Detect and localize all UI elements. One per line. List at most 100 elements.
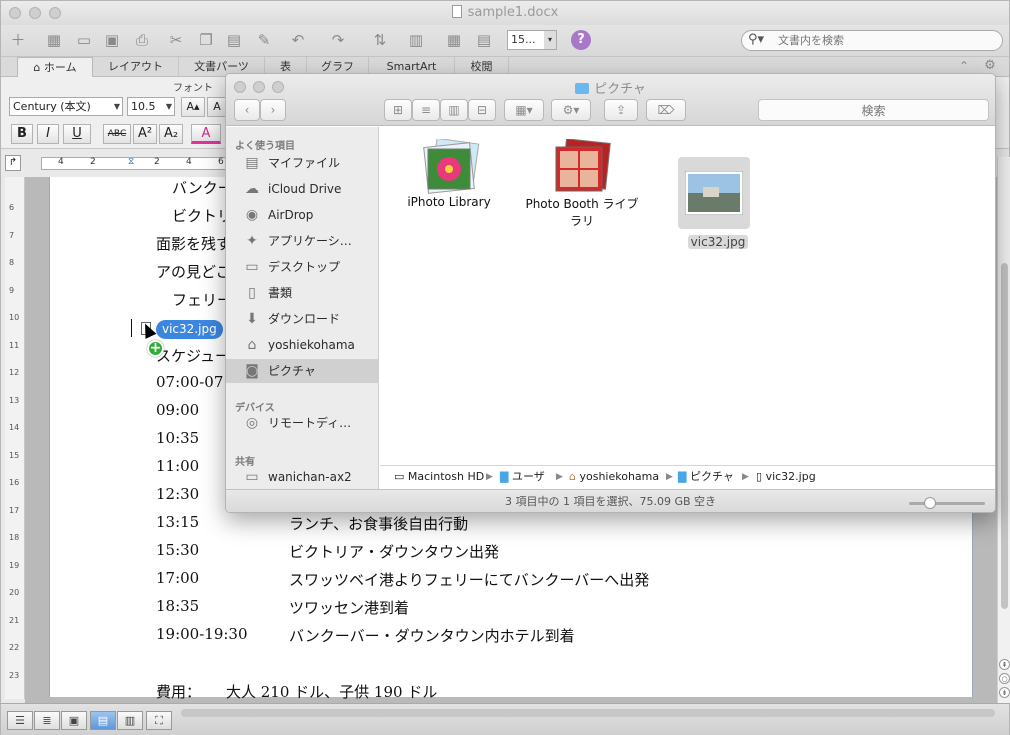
notebook-view-icon[interactable]: ▥ — [117, 711, 143, 730]
document-search-input[interactable] — [778, 33, 988, 48]
ruler-number: 10 — [9, 313, 20, 322]
bold-button[interactable]: B — [11, 124, 33, 144]
action-gear-button[interactable]: ⚙▾ — [551, 99, 591, 121]
icloud-icon: ☁ — [245, 181, 259, 197]
item-vic32-jpg[interactable]: vic32.jpg — [678, 157, 758, 257]
path-macintosh-hd[interactable]: ▭ Macintosh HD — [394, 466, 484, 488]
tab-layout[interactable]: レイアウト — [93, 57, 179, 77]
path-home[interactable]: ⌂ yoshiekohama — [569, 466, 659, 488]
underline-button[interactable]: U — [63, 124, 91, 144]
browse-object-icon[interactable]: ○ — [999, 673, 1010, 684]
paste-icon[interactable]: ▤ — [223, 29, 245, 51]
sidebar-item-all-my-files[interactable]: ▤ マイファイル — [226, 151, 378, 175]
window-title-text: sample1.docx — [467, 5, 559, 20]
tab-label: 校閲 — [470, 60, 493, 73]
ruler-number: 6 — [218, 157, 224, 167]
vertical-scrollbar[interactable]: ⇞ ○ ⇟ — [997, 157, 1010, 703]
item-iphoto-library[interactable]: iPhoto Library — [394, 139, 504, 229]
finder-title: ピクチャ — [226, 78, 995, 97]
draft-view-icon[interactable]: ☰ — [7, 711, 33, 730]
file-icon: ▯ — [756, 470, 766, 483]
grow-font-icon[interactable]: A▴ — [181, 97, 205, 117]
inline-file-name[interactable]: vic32.jpg — [156, 320, 223, 339]
path-bar: ▭ Macintosh HD ▶ ▇ ユーザ ▶ ⌂ yoshiekohama … — [380, 465, 995, 489]
redo-icon[interactable]: ↷ — [327, 29, 349, 51]
italic-button[interactable]: I — [37, 124, 59, 144]
previous-page-icon[interactable]: ⇞ — [999, 659, 1010, 670]
path-file[interactable]: ▯ vic32.jpg — [756, 466, 816, 488]
toolbox-icon[interactable]: ▤ — [473, 29, 495, 51]
horizontal-scrollbar[interactable] — [181, 709, 995, 717]
copy-icon[interactable]: ❐ — [195, 29, 217, 51]
path-label: Macintosh HD — [407, 470, 485, 483]
publishing-view-icon[interactable]: ▣ — [61, 711, 87, 730]
icon-view-button[interactable]: ⊞ — [384, 99, 412, 121]
tab-stop-selector[interactable]: ↱ — [5, 155, 21, 171]
font-name-select[interactable]: Century (本文) ▼ — [9, 97, 123, 116]
font-size-select[interactable]: 10.5 ▼ — [127, 97, 175, 116]
word-status-bar: ☰ ≣ ▣ ▤ ▥ ⛶ — [1, 703, 1009, 735]
sidebar-item-icloud[interactable]: ☁ iCloud Drive — [226, 177, 378, 201]
horizontal-ruler[interactable]: 4 2 ⧖ 2 4 6 — [41, 157, 231, 170]
open-icon[interactable]: ▭ — [73, 29, 95, 51]
print-icon[interactable]: ⎙ — [131, 29, 153, 51]
schedule-description: スワッツベイ港よりフェリーにてバンクーバーへ出発 — [289, 571, 650, 589]
sort-icon[interactable]: ⇅ — [369, 29, 391, 51]
cut-icon[interactable]: ✂ — [165, 29, 187, 51]
sidebar-item-applications[interactable]: ✦ アプリケーシ… — [226, 229, 378, 253]
templates-icon[interactable]: ▦ — [43, 29, 65, 51]
sidebar-item-desktop[interactable]: ▭ デスクトップ — [226, 255, 378, 279]
sidebar-item-documents[interactable]: ▯ 書類 — [226, 281, 378, 305]
sidebar-item-downloads[interactable]: ⬇ ダウンロード — [226, 307, 378, 331]
coverflow-view-button[interactable]: ⊟ — [468, 99, 496, 121]
sidebar-item-home[interactable]: ⌂ yoshiekohama — [226, 333, 378, 357]
outline-view-icon[interactable]: ≣ — [34, 711, 60, 730]
share-button[interactable]: ⇪ — [604, 99, 638, 121]
print-layout-view-icon[interactable]: ▤ — [90, 711, 116, 730]
tags-button[interactable]: ⌦ — [646, 99, 686, 121]
arrange-button[interactable]: ▦▾ — [504, 99, 544, 121]
slider-knob[interactable] — [924, 497, 936, 509]
sidebar-item-remote-disc[interactable]: ◎ リモートディ… — [226, 411, 378, 435]
back-button[interactable]: ‹ — [234, 99, 260, 121]
item-photo-booth-library[interactable]: Photo Booth ライブラリ — [520, 139, 644, 239]
path-pictures[interactable]: ▇ ピクチャ — [678, 466, 734, 488]
sidebar-toggle-icon[interactable]: ▥ — [405, 29, 427, 51]
tab-home[interactable]: ⌂ ホーム — [17, 57, 93, 77]
shrink-font-icon[interactable]: A — [207, 97, 227, 117]
subscript-button[interactable]: A₂ — [159, 124, 183, 144]
path-users[interactable]: ▇ ユーザ — [500, 466, 545, 488]
strikethrough-button[interactable]: ABC — [103, 124, 131, 144]
cost-line: 費用： 大人 210 ドル、子供 190 ドル — [156, 681, 437, 702]
font-color-button[interactable]: A — [191, 124, 221, 144]
new-document-icon[interactable]: ＋ — [7, 29, 29, 51]
scroll-thumb[interactable] — [1001, 263, 1008, 609]
forward-button[interactable]: › — [260, 99, 286, 121]
indent-marker-icon[interactable]: ⧖ — [128, 157, 134, 167]
document-search[interactable]: ⚲▾ — [741, 30, 1003, 51]
finder-search-input[interactable] — [759, 103, 988, 118]
home-icon: ⌂ — [33, 61, 44, 74]
format-painter-icon[interactable]: ✎ — [253, 29, 275, 51]
help-icon[interactable]: ? — [571, 30, 591, 50]
sidebar-item-airdrop[interactable]: ◉ AirDrop — [226, 203, 378, 227]
undo-icon[interactable]: ↶ — [287, 29, 309, 51]
column-view-button[interactable]: ▥ — [440, 99, 468, 121]
finder-search[interactable] — [758, 99, 989, 121]
list-view-button[interactable]: ≡ — [412, 99, 440, 121]
icon-size-slider[interactable] — [909, 497, 985, 509]
full-screen-view-icon[interactable]: ⛶ — [146, 711, 172, 730]
window-title: sample1.docx — [1, 5, 1009, 20]
gallery-icon[interactable]: ▦ — [443, 29, 465, 51]
sidebar-item-label: wanichan-ax2 — [268, 470, 352, 484]
ruler-number: 16 — [9, 478, 20, 487]
superscript-button[interactable]: A² — [133, 124, 157, 144]
zoom-select[interactable]: 15... ▾ — [507, 30, 557, 50]
next-page-icon[interactable]: ⇟ — [999, 687, 1010, 698]
save-icon[interactable]: ▣ — [101, 29, 123, 51]
sidebar-item-network-computer[interactable]: ▭ wanichan-ax2 — [226, 465, 378, 489]
path-label: ピクチャ — [689, 470, 734, 483]
home-icon: ⌂ — [569, 470, 580, 483]
sidebar-item-pictures[interactable]: ◙ ピクチャ — [226, 359, 378, 383]
finder-content: iPhoto Library Photo Booth ライブラリ vic32.j… — [380, 127, 995, 463]
